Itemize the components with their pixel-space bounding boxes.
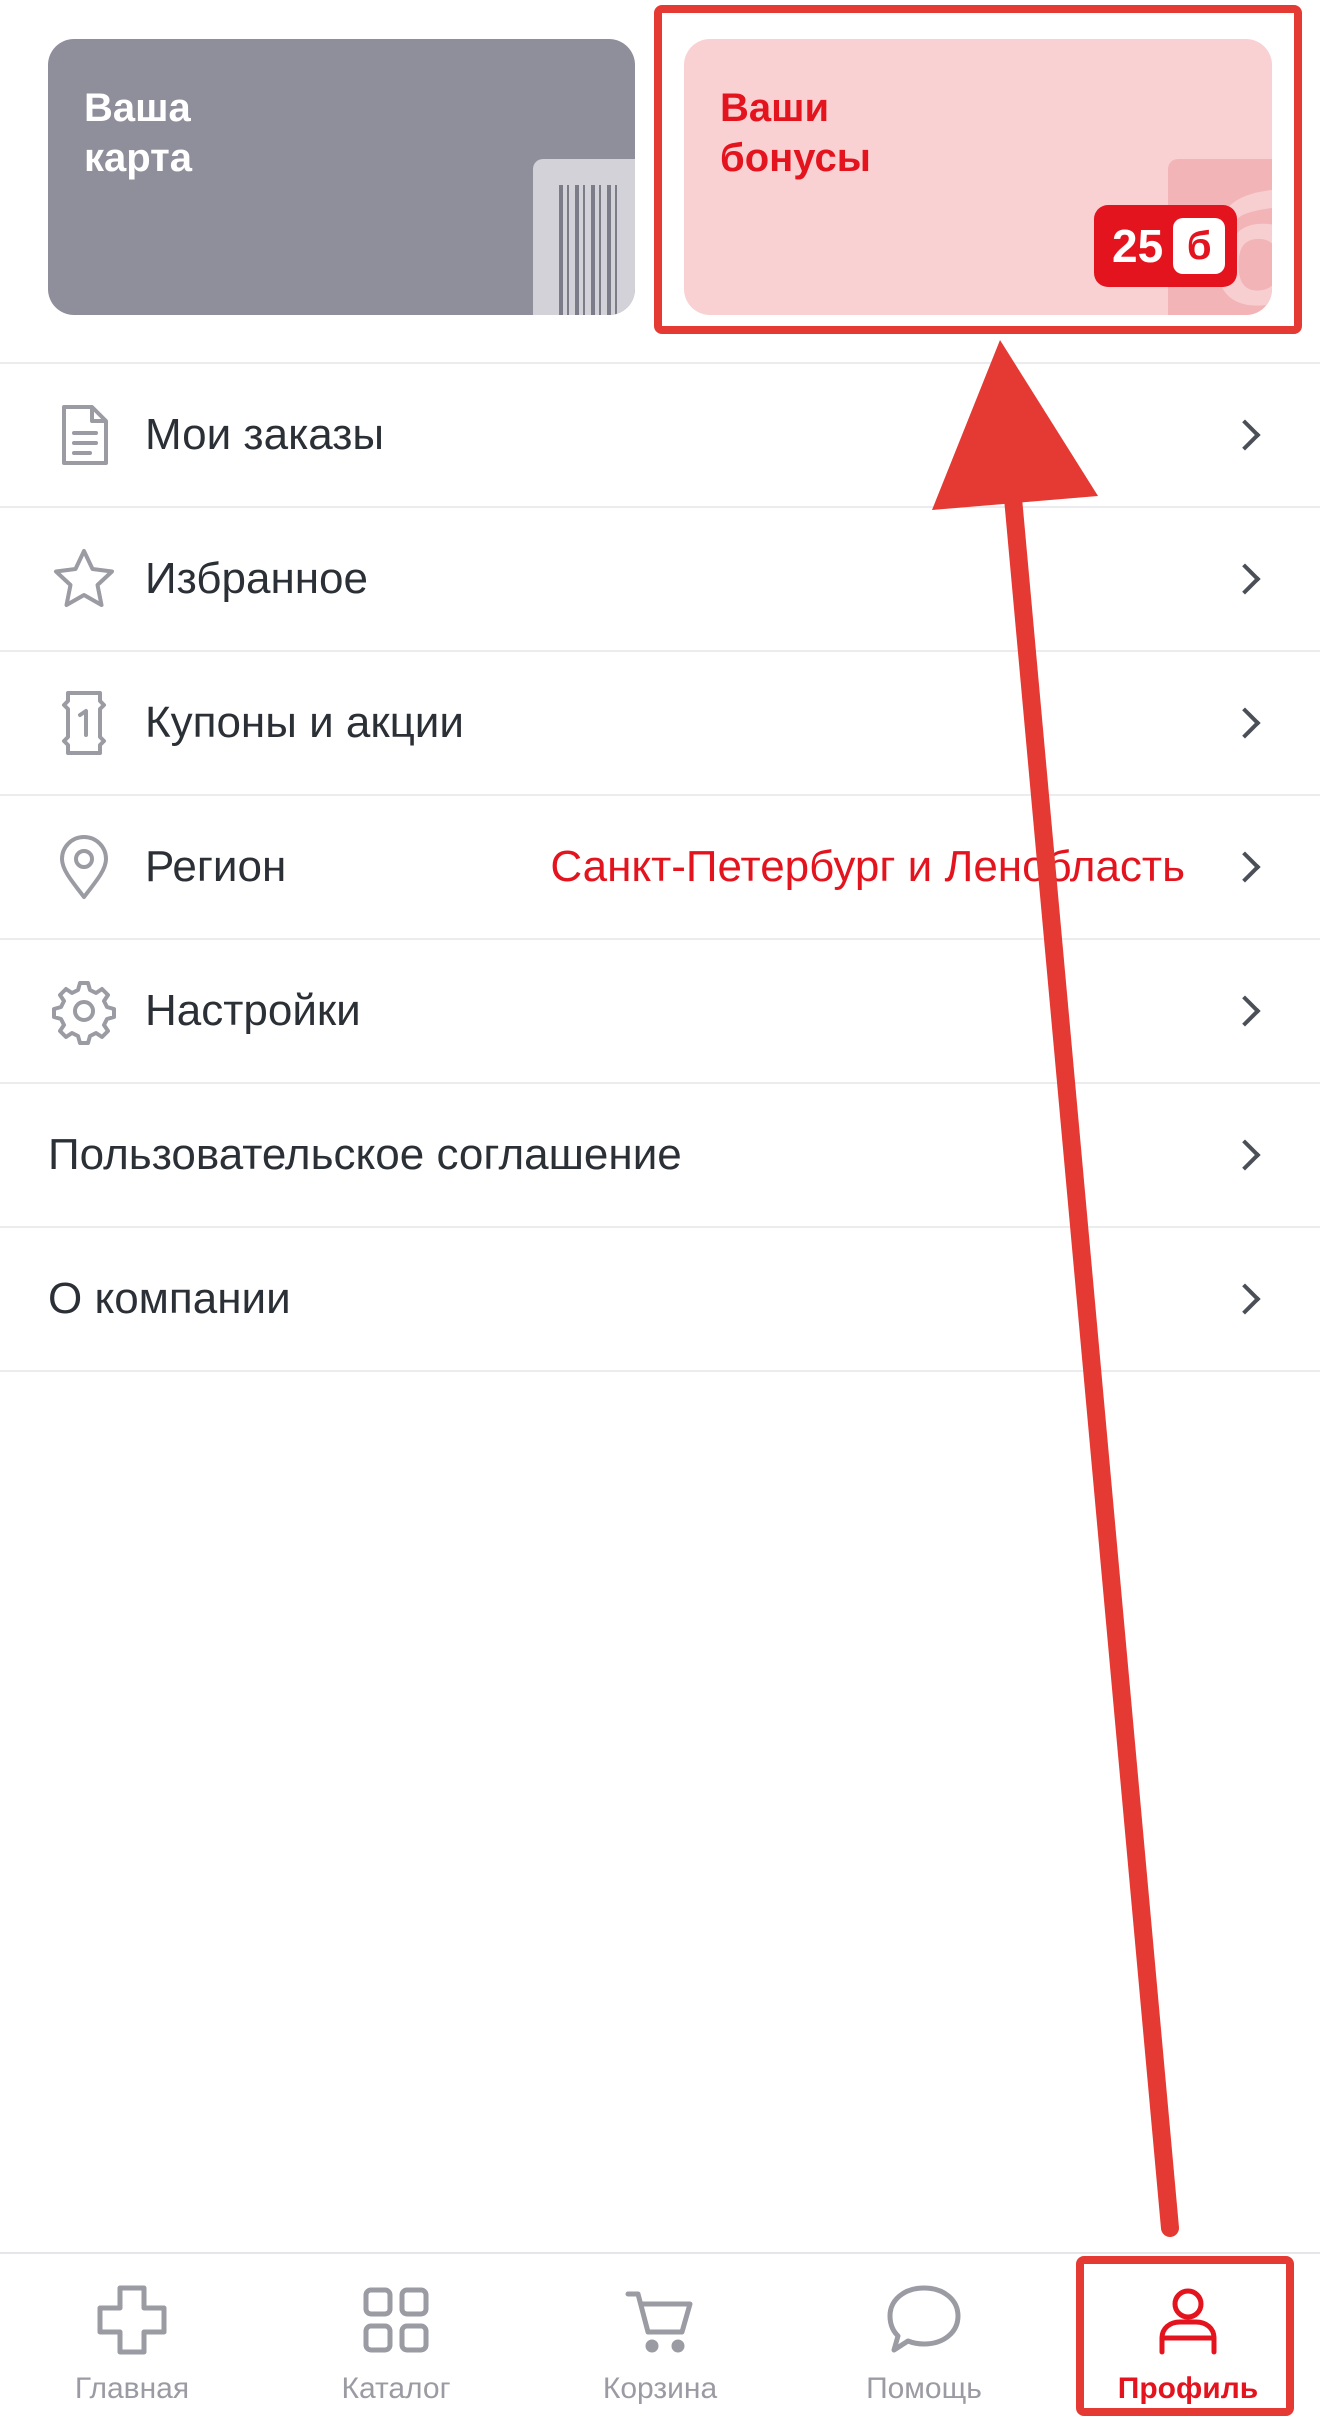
- location-pin-icon: [60, 835, 108, 899]
- barcode-icon: [533, 159, 635, 315]
- chat-bubble-icon: [887, 2285, 961, 2353]
- chevron-right-icon: [1229, 707, 1261, 739]
- grid-icon: [363, 2287, 429, 2353]
- region-value: Санкт-Петербург и Ленобласть: [550, 842, 1185, 891]
- cart-icon: [625, 2291, 693, 2353]
- cross-icon: [97, 2285, 167, 2355]
- chevron-right-icon: [1229, 995, 1261, 1027]
- document-icon: [62, 405, 108, 465]
- menu-item-label: О компании: [48, 1274, 291, 1323]
- tab-label: Каталог: [341, 2372, 451, 2405]
- chevron-right-icon: [1229, 1139, 1261, 1171]
- menu-item-label: Мои заказы: [145, 410, 385, 459]
- tab-home[interactable]: Главная: [0, 2254, 264, 2421]
- tab-cart[interactable]: Корзина: [528, 2254, 792, 2421]
- chevron-right-icon: [1229, 851, 1261, 883]
- coupon-icon: [62, 691, 106, 755]
- loyalty-card-title: Ваша карта: [84, 86, 193, 180]
- menu-item-label: Избранное: [145, 554, 368, 603]
- menu-item-agreement[interactable]: Пользовательское соглашение: [0, 1084, 1320, 1228]
- tab-label: Помощь: [866, 2372, 982, 2405]
- menu-item-about[interactable]: О компании: [0, 1228, 1320, 1372]
- profile-menu: Мои заказы Избранное Купоны и акции Реги…: [0, 362, 1320, 1372]
- loyalty-card-tile[interactable]: Ваша карта: [48, 39, 635, 315]
- chevron-right-icon: [1229, 563, 1261, 595]
- tab-help[interactable]: Помощь: [792, 2254, 1056, 2421]
- menu-item-label: Пользовательское соглашение: [48, 1130, 682, 1179]
- star-icon: [54, 549, 114, 607]
- menu-item-label: Купоны и акции: [145, 698, 464, 747]
- chevron-right-icon: [1229, 419, 1261, 451]
- menu-item-label: Настройки: [145, 986, 361, 1035]
- chevron-right-icon: [1229, 1283, 1261, 1315]
- menu-item-favorites[interactable]: Избранное: [0, 508, 1320, 652]
- annotation-frame-profile-tab: [1076, 2256, 1294, 2416]
- gear-icon: [52, 981, 116, 1045]
- annotation-frame-bonuses: [654, 5, 1302, 334]
- menu-item-label: Регион: [145, 842, 287, 891]
- tab-catalog[interactable]: Каталог: [264, 2254, 528, 2421]
- menu-item-coupons[interactable]: Купоны и акции: [0, 652, 1320, 796]
- menu-item-settings[interactable]: Настройки: [0, 940, 1320, 1084]
- menu-item-region[interactable]: Регион Санкт-Петербург и Ленобласть: [0, 796, 1320, 940]
- tab-label: Корзина: [602, 2372, 718, 2405]
- menu-item-orders[interactable]: Мои заказы: [0, 364, 1320, 508]
- tab-label: Главная: [74, 2372, 190, 2405]
